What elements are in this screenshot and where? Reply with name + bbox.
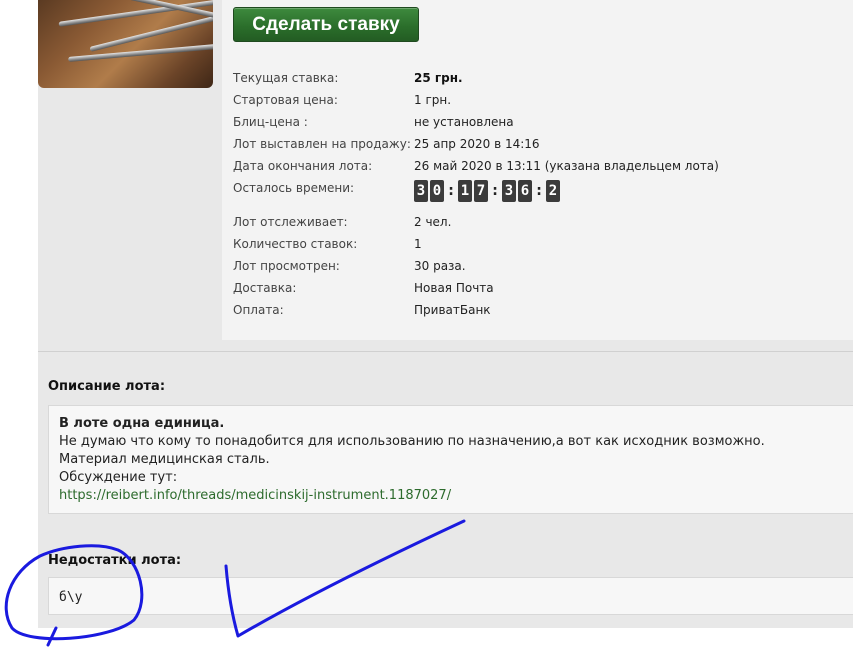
flaws-title: Недостатки лота: [48, 553, 182, 568]
description-line: Обсуждение тут: [59, 470, 178, 485]
description-title: Описание лота: [48, 379, 166, 394]
listed-date-label: Лот выставлен на продажу: [233, 137, 411, 151]
timer-separator: : [448, 183, 454, 199]
timer-digit: 6 [518, 180, 532, 202]
views-value: 30 раза. [414, 259, 466, 273]
payment-label: Оплата: [233, 303, 284, 317]
current-bid-label: Текущая ставка: [233, 71, 339, 85]
place-bid-button[interactable]: Сделать ставку [233, 7, 419, 42]
timer-digit: 3 [502, 180, 516, 202]
end-date-value: 26 май 2020 в 13:11 (указана владельцем … [414, 159, 719, 173]
lot-photo[interactable] [38, 0, 213, 88]
flaws-text: б\у [59, 590, 83, 605]
payment-value: ПриватБанк [414, 303, 491, 317]
end-date-label: Дата окончания лота: [233, 159, 373, 173]
discussion-link[interactable]: https://reibert.info/threads/medicinskij… [59, 488, 451, 503]
blitz-price-value: не установлена [414, 115, 514, 129]
watchers-label: Лот отслеживает: [233, 215, 348, 229]
delivery-value: Новая Почта [414, 281, 494, 295]
timer-digit: 0 [430, 180, 444, 202]
section-divider [38, 351, 853, 352]
description-line: Материал медицинская сталь. [59, 452, 270, 467]
countdown-timer: 3 0 : 1 7 : 3 6 : 2 [414, 180, 562, 202]
time-left-label: Осталось времени: [233, 181, 355, 195]
listed-date-value: 25 апр 2020 в 14:16 [414, 137, 540, 151]
timer-digit: 3 [414, 180, 428, 202]
description-headline: В лоте одна единица. [59, 416, 225, 431]
timer-separator: : [492, 183, 498, 199]
description-line: Не думаю что кому то понадобится для исп… [59, 434, 765, 449]
start-price-label: Стартовая цена: [233, 93, 338, 107]
views-label: Лот просмотрен: [233, 259, 340, 273]
blitz-price-label: Блиц-цена : [233, 115, 308, 129]
timer-digit: 2 [546, 180, 560, 202]
watchers-value: 2 чел. [414, 215, 452, 229]
current-bid-value: 25 грн. [414, 71, 463, 85]
bid-count-value: 1 [414, 237, 422, 251]
flaws-box: б\у [48, 577, 853, 615]
description-box: В лоте одна единица. Не думаю что кому т… [48, 405, 853, 514]
start-price-value: 1 грн. [414, 93, 452, 107]
timer-digit: 1 [458, 180, 472, 202]
delivery-label: Доставка: [233, 281, 297, 295]
timer-digit: 7 [474, 180, 488, 202]
bid-count-label: Количество ставок: [233, 237, 358, 251]
timer-separator: : [536, 183, 542, 199]
annotation-circle-tail [46, 626, 58, 647]
